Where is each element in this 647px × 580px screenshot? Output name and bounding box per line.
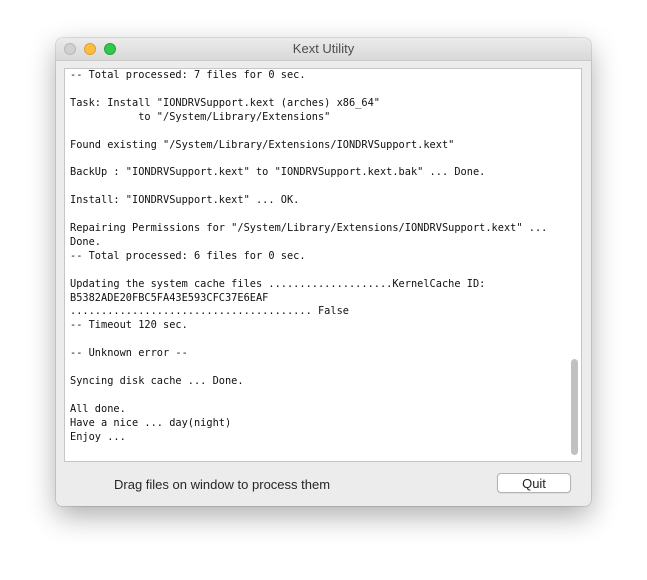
log-line: Done. [70, 235, 101, 248]
log-scroll-thumb[interactable] [571, 359, 578, 455]
log-scrollbar[interactable] [569, 69, 579, 461]
log-line: -- Total processed: 7 files for 0 sec. [70, 69, 306, 81]
drag-files-hint: Drag files on window to process them [114, 477, 331, 492]
log-line: BackUp : "IONDRVSupport.kext" to "IONDRV… [70, 166, 486, 179]
log-line: Have a nice ... day(night) [70, 416, 232, 429]
log-line: Install: "IONDRVSupport.kext" ... OK. [70, 194, 300, 207]
log-line: Syncing disk cache ... Done. [70, 374, 244, 387]
quit-button[interactable]: Quit [497, 473, 571, 493]
log-line: to "/System/Library/Extensions" [70, 110, 331, 123]
log-line: -- Timeout 120 sec. [70, 319, 188, 332]
log-line: Enjoy ... [70, 430, 126, 443]
log-line: B5382ADE20FBC5FA43E593CFC37E6EAF [70, 291, 269, 304]
title-bar[interactable]: Kext Utility [56, 38, 591, 61]
log-line: Repairing Permissions for "/System/Libra… [70, 221, 548, 234]
log-line: -- Unknown error -- [70, 347, 188, 360]
log-line: ....................................... … [70, 305, 349, 318]
log-line: Task: Install "IONDRVSupport.kext (arche… [70, 96, 380, 109]
log-line: All done. [70, 402, 126, 415]
window-title: Kext Utility [292, 41, 355, 56]
log-line: Updating the system cache files ........… [70, 277, 486, 290]
kext-utility-window: Kext Utility -- Total processed: 7 files… [56, 38, 591, 506]
log-output-area[interactable]: -- Total processed: 7 files for 0 sec. T… [64, 68, 582, 462]
log-line: -- Total processed: 6 files for 0 sec. [70, 249, 306, 262]
log-output-text: -- Total processed: 7 files for 0 sec. T… [70, 69, 560, 444]
log-line: Found existing "/System/Library/Extensio… [70, 138, 455, 151]
